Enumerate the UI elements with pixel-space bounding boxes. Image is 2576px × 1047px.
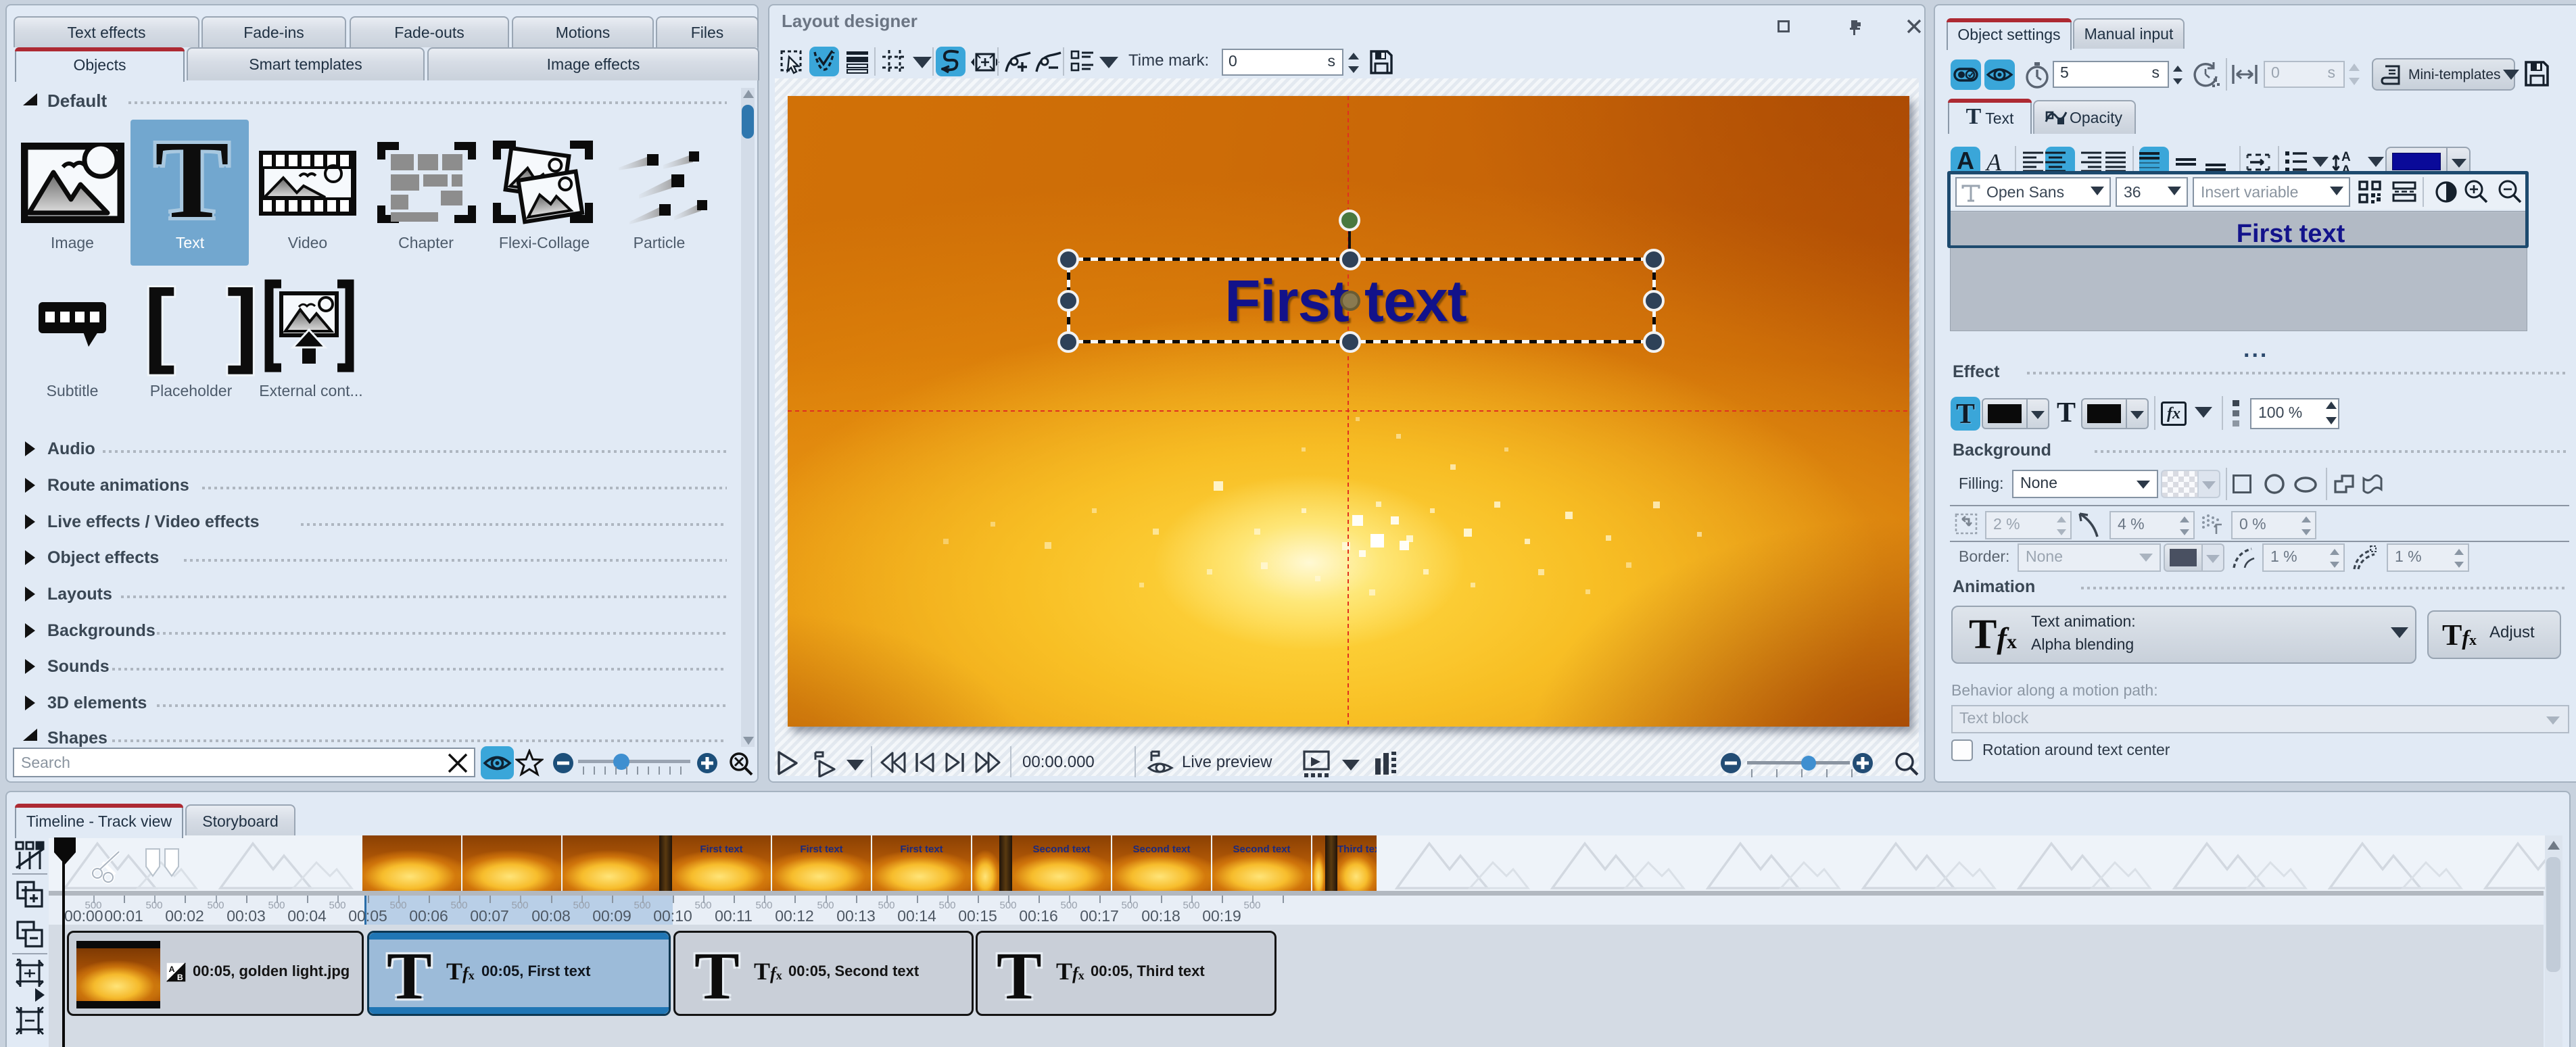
svg-text:A: A [169,965,175,974]
svg-text:B: B [177,973,183,982]
svg-text:A: A [2341,150,2351,164]
